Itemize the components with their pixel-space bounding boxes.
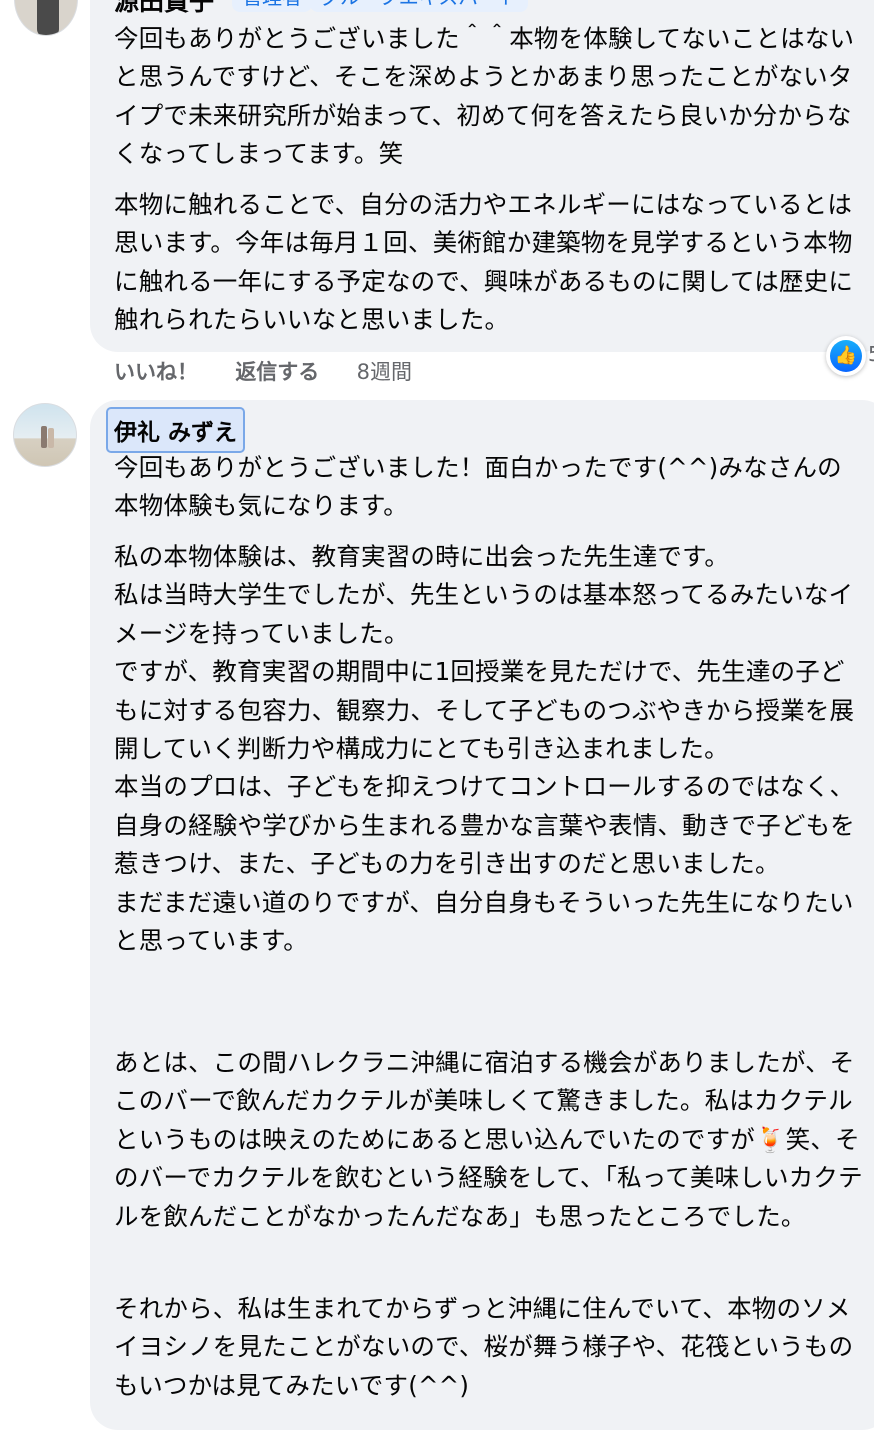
avatar[interactable] xyxy=(14,0,78,36)
admin-badge: 管理者 xyxy=(232,0,312,12)
comment-text: それから、私は生まれてからずっと沖縄に住んでいて、本物のソメイヨシノを見たことが… xyxy=(114,1294,854,1400)
comment-text: 今回もありがとうございました＾＾本物を体験してないことはないと思うんですけど、そ… xyxy=(114,24,855,169)
comment-author[interactable]: 源田貴子 xyxy=(114,0,214,18)
avatar[interactable] xyxy=(13,403,77,467)
reaction-badge[interactable]: 👍 xyxy=(826,336,866,376)
like-icon: 👍 xyxy=(830,340,862,372)
comment-text: 本物に触れることで、自分の活力やエネルギーにはなっているとは思います。今年は毎月… xyxy=(114,190,854,335)
avatar-image xyxy=(37,0,59,35)
comment-text: 今回もありがとうございました！面白かったです(^^)みなさんの本物体験も気になり… xyxy=(114,453,842,521)
expert-badge: グループエキスパート xyxy=(310,0,529,12)
reaction-count[interactable]: 5 xyxy=(868,342,874,366)
avatar-image xyxy=(41,426,47,448)
timestamp[interactable]: 8週間 xyxy=(357,360,412,384)
comment-text: 私の本物体験は、教育実習の時に出会った先生達です。 私は当時大学生でしたが、先生… xyxy=(114,542,855,956)
like-button[interactable]: いいね！ xyxy=(114,360,198,384)
comment-text: あとは、この間ハレクラニ沖縄に宿泊する機会がありましたが、そこのバーで飲んだカク… xyxy=(114,1048,863,1231)
comment-actions: いいね！ 返信する 8週間 xyxy=(114,356,442,386)
reply-button[interactable]: 返信する xyxy=(235,360,319,384)
comment-author[interactable]: 伊礼 みずえ xyxy=(105,407,246,453)
